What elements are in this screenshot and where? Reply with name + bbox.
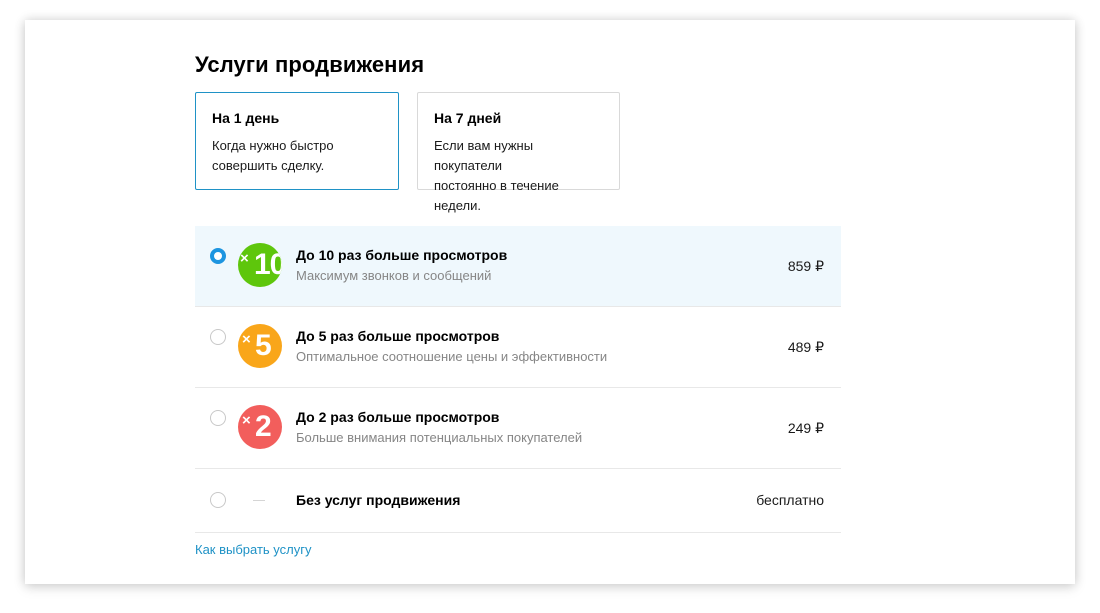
tab-description-line: Когда нужно быстро <box>212 138 334 153</box>
badge-number: 2 <box>255 410 272 443</box>
option-subtitle: Максимум звонков и сообщений <box>296 268 492 283</box>
tab-description-line: совершить сделку. <box>212 158 325 173</box>
option-x10[interactable]: × 10 До 10 раз больше просмотров Максиму… <box>195 226 841 307</box>
badge-number: 5 <box>255 329 272 362</box>
badge-multiplier-sign: × <box>240 250 249 267</box>
tab-7-days[interactable]: На 7 дней Если вам нужны покупатели пост… <box>417 92 620 213</box>
option-price: бесплатно <box>756 492 824 508</box>
option-title: Без услуг продвижения <box>296 492 461 508</box>
x10-badge-icon: × 10 <box>238 243 282 287</box>
option-x2[interactable]: × 2 До 2 раз больше просмотров Больше вн… <box>195 388 841 469</box>
tab-title: На 1 день <box>212 110 280 126</box>
option-x5[interactable]: × 5 До 5 раз больше просмотров Оптимальн… <box>195 307 841 388</box>
option-price: 859 ₽ <box>787 258 824 274</box>
dash-icon <box>253 500 265 501</box>
option-price: 249 ₽ <box>787 420 824 436</box>
option-title: До 10 раз больше просмотров <box>296 247 508 263</box>
radio-button[interactable] <box>210 492 226 508</box>
option-subtitle: Оптимальное соотношение цены и эффективн… <box>296 349 608 364</box>
tab-description: Если вам нужны покупатели постоянно в те… <box>434 136 603 216</box>
promotion-options-list: × 10 До 10 раз больше просмотров Максиму… <box>195 226 841 533</box>
option-price: 489 ₽ <box>787 339 824 355</box>
radio-button[interactable] <box>210 329 226 345</box>
x2-badge-icon: × 2 <box>238 405 282 449</box>
option-title: До 2 раз больше просмотров <box>296 409 500 425</box>
tab-1-day[interactable]: На 1 день Когда нужно быстро совершить с… <box>195 92 399 190</box>
tab-description: Когда нужно быстро совершить сделку. <box>212 136 382 176</box>
radio-button[interactable] <box>210 410 226 426</box>
radio-button-selected[interactable] <box>210 248 226 264</box>
tab-title: На 7 дней <box>434 110 502 126</box>
option-subtitle: Больше внимания потенциальных покупателе… <box>296 430 583 445</box>
tab-description-line: постоянно в течение недели. <box>434 178 559 213</box>
page-title: Услуги продвижения <box>195 52 425 77</box>
option-no-promotion[interactable]: Без услуг продвижения бесплатно <box>195 469 841 533</box>
badge-number: 10 <box>254 248 282 281</box>
how-to-choose-link[interactable]: Как выбрать услугу <box>195 542 312 557</box>
tab-description-line: Если вам нужны покупатели <box>434 138 534 173</box>
option-title: До 5 раз больше просмотров <box>296 328 500 344</box>
badge-multiplier-sign: × <box>242 331 251 348</box>
x5-badge-icon: × 5 <box>238 324 282 368</box>
badge-multiplier-sign: × <box>242 412 251 429</box>
